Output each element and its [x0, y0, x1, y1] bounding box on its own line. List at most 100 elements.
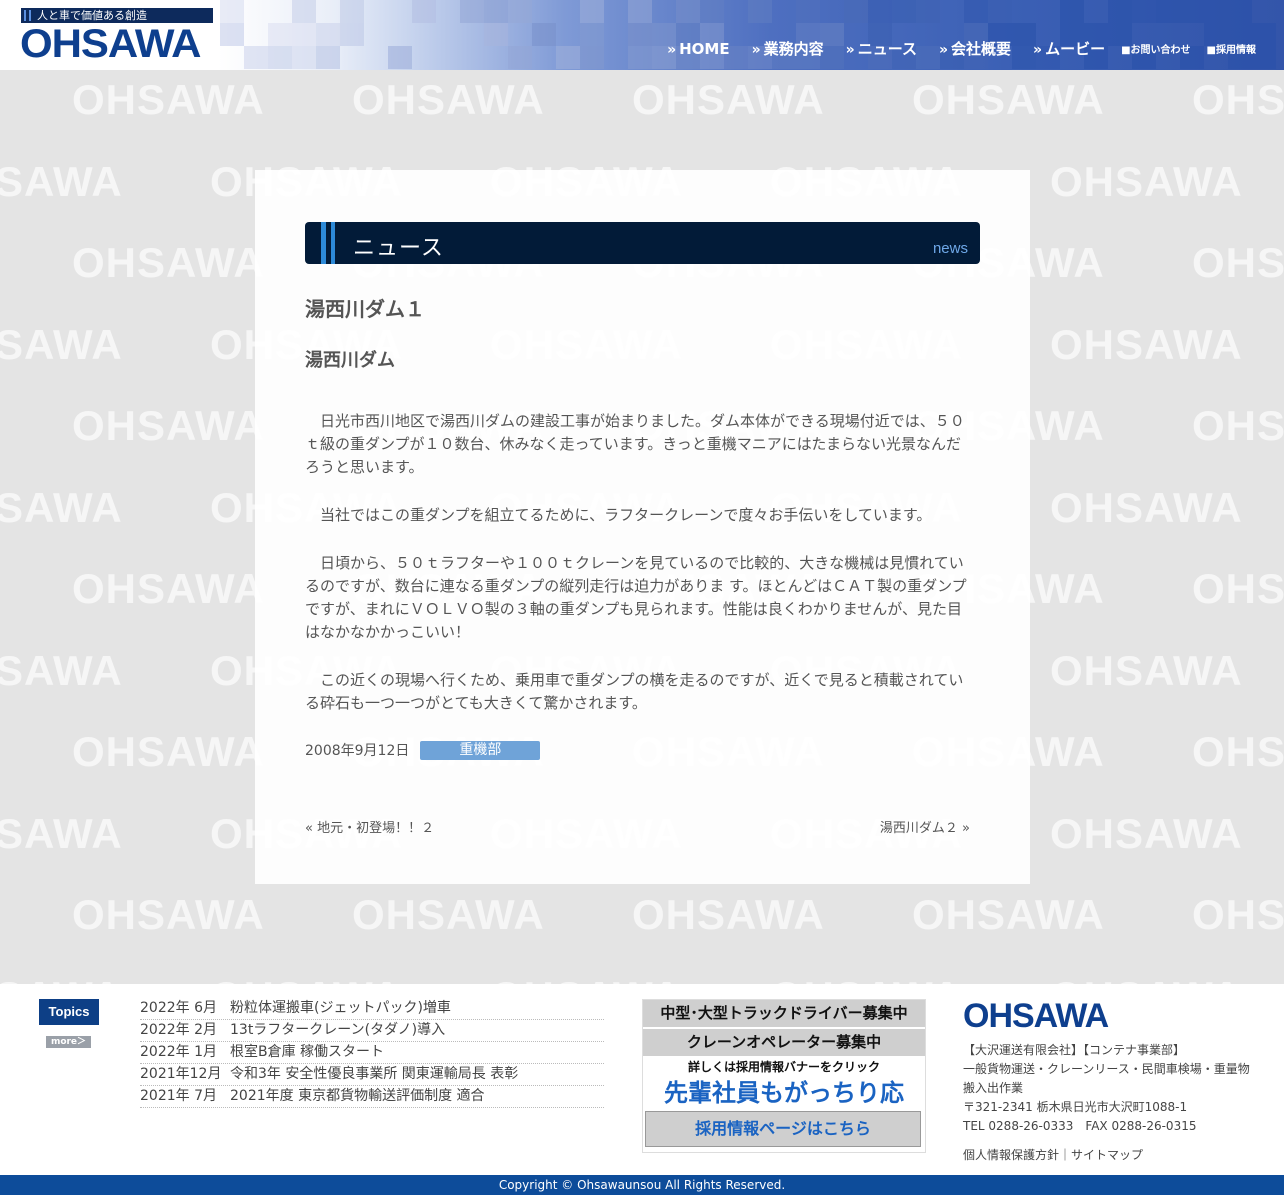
site-tagline: 人と車で価値ある創造	[21, 8, 213, 23]
news-title: 令和3年 安全性優良事業所 関東運輸局長 表彰	[230, 1066, 519, 1082]
post-paragraph: 日光市西川地区で湯西川ダムの建設工事が始まりました。ダム本体ができる現場付近では…	[305, 412, 965, 476]
mosaic-tile	[484, 0, 508, 23]
watermark-text: OHSAWA	[1050, 809, 1243, 857]
recruit-headline: 先輩社員もがっちり応援!!	[664, 1079, 904, 1139]
nav-home[interactable]: » HOME	[667, 40, 730, 58]
chevron-right-icon: »	[667, 41, 677, 58]
recruit-line: クレーンオペレーター募集中	[643, 1029, 925, 1056]
news-title: 2021年度 東京都貨物輸送評価制度 適合	[230, 1088, 485, 1104]
prev-post-link[interactable]: « 地元・初登場！！２	[305, 817, 434, 836]
watermark-text: OHSAWA	[1192, 728, 1284, 775]
mosaic-tile	[580, 0, 604, 23]
privacy-policy-link[interactable]: 個人情報保護方針	[963, 1148, 1059, 1162]
news-title: 13tラフタークレーン(タダノ)導入	[230, 1022, 446, 1038]
watermark-text: OHSAWA	[72, 891, 265, 938]
mosaic-tile	[268, 23, 292, 46]
mosaic-tile	[316, 46, 340, 69]
news-date: 2021年 7月	[140, 1088, 217, 1104]
list-item[interactable]: 2022年 1月 根室B倉庫 稼働スタート	[140, 1042, 604, 1064]
watermark-text: OHSAWA	[912, 891, 1105, 938]
watermark-text: OHSAWA	[632, 76, 825, 123]
mosaic-tile	[292, 46, 316, 69]
banner-accent-bar	[321, 222, 326, 264]
recruit-banner[interactable]: 中型･大型トラックドライバー募集中 クレーンオペレーター募集中 詳しくは採用情報…	[642, 999, 926, 1153]
nav-news[interactable]: » ニュース	[846, 38, 917, 59]
company-line: 【大沢運送有限会社】【コンテナ事業部】	[963, 1043, 1186, 1057]
section-title: ニュース	[353, 236, 444, 261]
mosaic-tile	[988, 0, 1012, 23]
mosaic-tile	[700, 0, 724, 23]
global-nav: » HOME » 業務内容 » ニュース » 会社概要 » ムービー ■お問い合わせ ■採…	[645, 38, 1256, 59]
nav-services[interactable]: » 業務内容	[752, 38, 824, 59]
site-header: 人と車で価値ある創造 OHSAWA » HOME » 業務内容 » ニュース » 会社概…	[0, 0, 1284, 70]
nav-contact[interactable]: ■お問い合わせ	[1121, 41, 1190, 56]
mosaic-tile	[1156, 0, 1180, 23]
post-subtitle: 湯西川ダム	[305, 350, 395, 371]
post-category-badge[interactable]: 重機部	[420, 740, 541, 760]
nav-company[interactable]: » 会社概要	[939, 38, 1011, 59]
list-item[interactable]: 2022年 2月 13tラフタークレーン(タダノ)導入	[140, 1020, 604, 1042]
watermark-text: OHSAWA	[0, 320, 123, 368]
list-item[interactable]: 2021年 7月 2021年度 東京都貨物輸送評価制度 適合	[140, 1086, 604, 1108]
nav-movie[interactable]: » ムービー	[1033, 38, 1105, 59]
chevron-right-icon: »	[938, 42, 949, 58]
mosaic-tile	[796, 0, 820, 23]
mosaic-tile	[316, 23, 340, 46]
sitemap-link[interactable]: サイトマップ	[1071, 1148, 1143, 1162]
list-item[interactable]: 2022年 6月 粉粒体運搬車(ジェットパック)増車	[140, 998, 604, 1020]
mosaic-tile	[412, 0, 436, 23]
footer-logo[interactable]: OHSAWA	[963, 998, 1109, 1034]
mosaic-tile	[508, 46, 532, 69]
post-title: 湯西川ダム１	[305, 297, 425, 321]
header-mosaic-decoration	[220, 0, 1284, 70]
mosaic-tile	[220, 0, 244, 23]
watermark-text: OHSAWA	[1192, 565, 1284, 612]
post-paragraph: この近くの現場へ行くため、乗用車で重ダンプの横を走るのですが、近くで見ると積載さ…	[305, 671, 964, 712]
news-date: 2022年 2月	[140, 1022, 217, 1038]
watermark-text: OHSAWA	[632, 891, 825, 938]
news-title: 粉粒体運搬車(ジェットパック)増車	[230, 1000, 451, 1016]
watermark-text: OHSAWA	[0, 809, 123, 857]
mosaic-tile	[868, 0, 892, 23]
post-paragraph: 日頃から、５０ｔラフターや１００ｔクレーンを見ているので比較的、大きな機械は見慣…	[305, 554, 967, 641]
site-logo[interactable]: OHSAWA	[20, 23, 201, 65]
watermark-text: OHSAWA	[0, 973, 123, 985]
mosaic-tile	[580, 23, 604, 46]
list-item[interactable]: 2021年12月 令和3年 安全性優良事業所 関東運輸局長 表彰	[140, 1064, 604, 1086]
watermark-text: OHSAWA	[1050, 483, 1243, 531]
chevron-right-icon: »	[1033, 42, 1043, 58]
topics-label: Topics	[39, 999, 99, 1025]
watermark-text: OHSAWA	[1192, 76, 1284, 123]
next-post-link[interactable]: 湯西川ダム２ »	[880, 817, 970, 836]
watermark-text: OHSAWA	[1050, 320, 1243, 368]
company-line: 〒321-2341 栃木県日光市大沢町1088-1	[963, 1100, 1188, 1114]
watermark-text: OHSAWA	[1192, 891, 1284, 938]
watermark-text: OHSAWA	[770, 973, 963, 985]
mosaic-tile	[292, 0, 316, 23]
mosaic-tile	[676, 0, 700, 23]
more-topics-button[interactable]: more＞	[46, 1036, 91, 1048]
recruit-line: 詳しくは採用情報バナーをクリック	[687, 1060, 880, 1074]
link-separator: ｜	[1059, 1148, 1072, 1162]
watermark-text: OHSAWA	[72, 239, 265, 286]
nav-recruit[interactable]: ■採用情報	[1207, 41, 1256, 56]
watermark-text: OHSAWA	[1050, 157, 1243, 205]
mosaic-tile	[964, 0, 988, 23]
watermark-text: OHSAWA	[0, 646, 123, 694]
footer-links: 個人情報保護方針｜サイトマップ	[963, 1146, 1143, 1163]
watermark-text: OHSAWA	[0, 157, 123, 205]
news-date: 2022年 1月	[140, 1044, 217, 1060]
mosaic-tile	[244, 46, 268, 69]
mosaic-tile	[628, 0, 652, 23]
chevron-right-icon: »	[751, 42, 761, 58]
site-footer: Topics more＞ 2022年 6月 粉粒体運搬車(ジェットパック)増車 2…	[0, 984, 1284, 1175]
post-meta: 2008年9月12日 重機部	[305, 740, 541, 760]
mosaic-tile	[340, 0, 364, 23]
section-banner: ニュース news	[305, 222, 980, 264]
news-article-card: ニュース news 湯西川ダム１ 湯西川ダム 日光市西川地区で湯西川ダムの建設工…	[255, 170, 1030, 884]
watermark-text: OHSAWA	[72, 402, 265, 449]
watermark-text: OHSAWA	[352, 76, 545, 123]
news-date: 2022年 6月	[140, 1000, 217, 1016]
mosaic-tile	[220, 23, 244, 46]
copyright-bar: Copyright © Ohsawaunsou All Rights Reser…	[0, 1175, 1284, 1195]
